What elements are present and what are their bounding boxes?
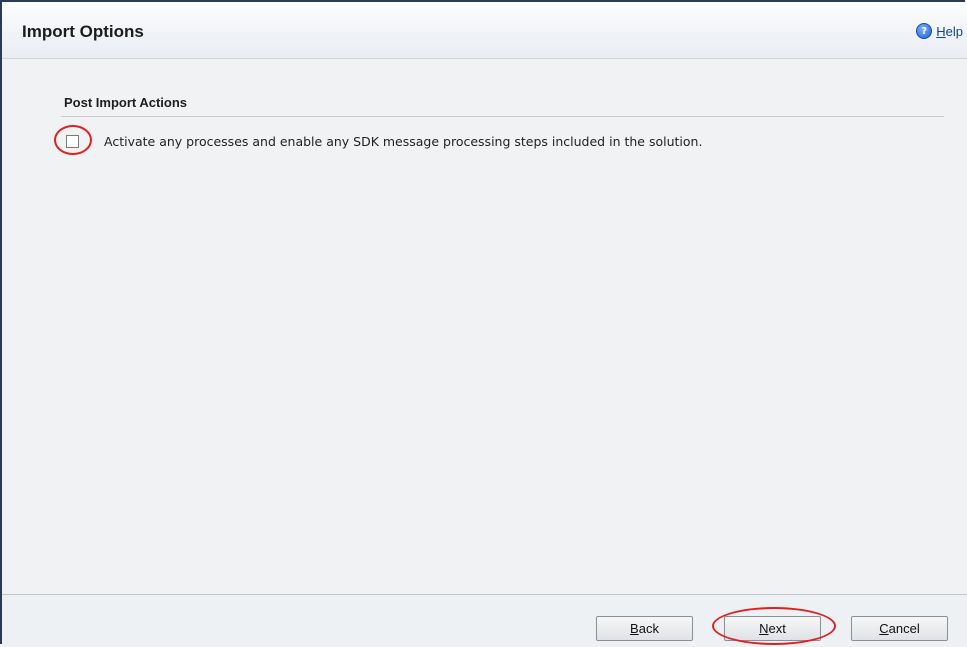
help-label[interactable]: Help [936, 24, 963, 39]
cancel-button[interactable]: Cancel [851, 616, 948, 641]
page-title: Import Options [22, 22, 144, 41]
help-link[interactable]: ? Help [916, 23, 963, 39]
back-button[interactable]: Back [596, 616, 693, 641]
dialog-header: Import Options ? Help [2, 2, 967, 59]
checkbox-label: Activate any processes and enable any SD… [104, 134, 703, 149]
section-divider [61, 116, 944, 117]
annotation-circle-next [712, 607, 836, 645]
section-title: Post Import Actions [64, 95, 188, 110]
annotation-circle-checkbox [54, 125, 92, 155]
help-icon: ? [916, 23, 933, 39]
